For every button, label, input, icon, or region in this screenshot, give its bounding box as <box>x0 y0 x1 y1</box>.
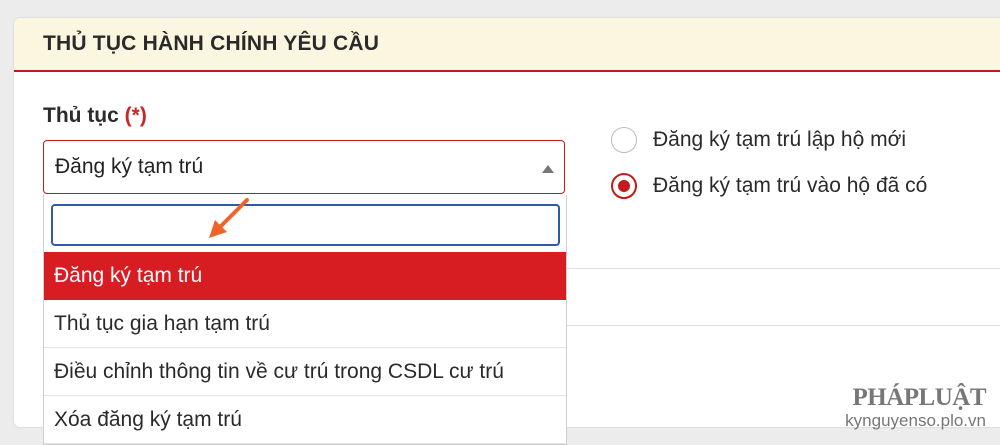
dropdown-search-input[interactable] <box>51 204 560 246</box>
dropdown-option[interactable]: Đăng ký tạm trú <box>44 252 566 300</box>
dropdown-option[interactable]: Xóa đăng ký tạm trú <box>44 396 566 444</box>
dropdown-option[interactable]: Thủ tục gia hạn tạm trú <box>44 300 566 348</box>
procedure-label: Thủ tục (*) <box>43 104 147 128</box>
procedure-select-value: Đăng ký tạm trú <box>55 155 204 178</box>
radio-button-checked[interactable] <box>611 173 637 199</box>
dropdown-option[interactable]: Điều chỉnh thông tin về cư trú trong CSD… <box>44 348 566 396</box>
procedure-label-text: Thủ tục <box>43 104 119 127</box>
radio-label: Đăng ký tạm trú lập hộ mới <box>653 128 907 151</box>
panel-header: THỦ TỤC HÀNH CHÍNH YÊU CẦU <box>14 18 1000 72</box>
radio-option-new-household[interactable]: Đăng ký tạm trú lập hộ mới <box>611 117 927 163</box>
radio-button[interactable] <box>611 127 637 153</box>
panel-title: THỦ TỤC HÀNH CHÍNH YÊU CẦU <box>43 32 380 55</box>
radio-label: Đăng ký tạm trú vào hộ đã có <box>653 174 928 197</box>
annotation-arrow-icon <box>209 198 249 238</box>
divider <box>567 268 1000 269</box>
radio-option-existing-household[interactable]: Đăng ký tạm trú vào hộ đã có <box>611 163 927 209</box>
caret-up-icon <box>542 165 554 173</box>
divider <box>567 325 1000 326</box>
dropdown-option-list: Đăng ký tạm trú Thủ tục gia hạn tạm trú … <box>44 252 566 444</box>
procedure-dropdown: Đăng ký tạm trú Thủ tục gia hạn tạm trú … <box>43 195 567 445</box>
procedure-select[interactable]: Đăng ký tạm trú <box>43 140 565 194</box>
radio-group: Đăng ký tạm trú lập hộ mới Đăng ký tạm t… <box>611 117 927 209</box>
watermark: PHÁPLUẬT kynguyenso.plo.vn <box>845 384 987 432</box>
brand-url: kynguyenso.plo.vn <box>845 411 986 430</box>
required-mark: (*) <box>124 104 147 127</box>
brand-name: PHÁPLUẬT <box>852 384 987 411</box>
